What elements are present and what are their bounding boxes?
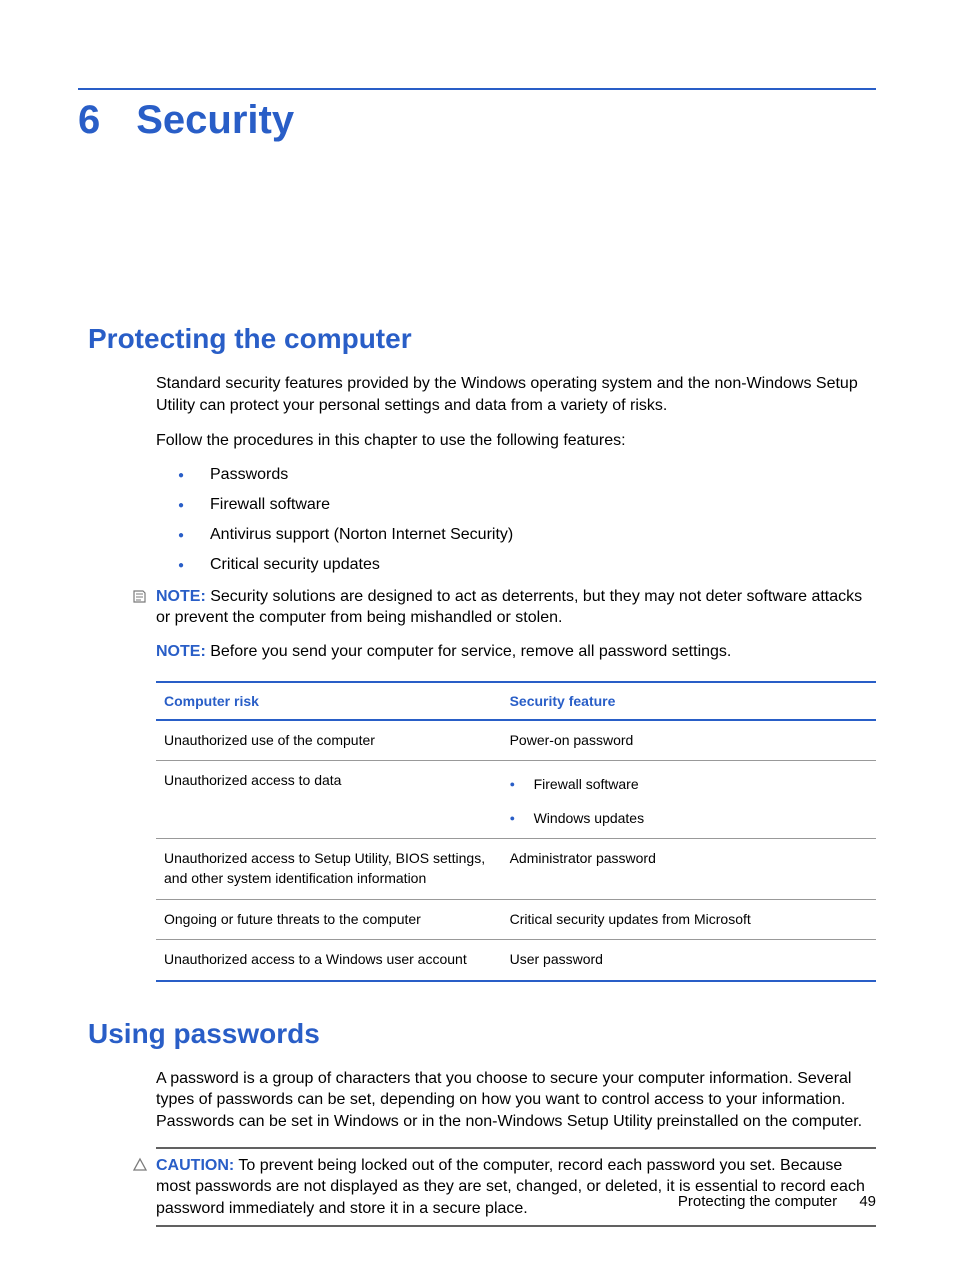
cell-risk: Unauthorized access to a Windows user ac…: [156, 940, 502, 981]
list-item: Windows updates: [510, 809, 868, 829]
list-item: Passwords: [178, 466, 876, 484]
footer-section-title: Protecting the computer: [678, 1193, 837, 1210]
cell-risk: Unauthorized access to data: [156, 761, 502, 839]
list-item: Firewall software: [510, 775, 868, 795]
paragraph: Standard security features provided by t…: [156, 373, 876, 416]
cell-feature: User password: [502, 940, 876, 981]
note-icon: [132, 588, 148, 609]
table-header-risk: Computer risk: [156, 682, 502, 720]
risk-feature-table: Computer risk Security feature Unauthori…: [156, 681, 876, 982]
cell-risk: Ongoing or future threats to the compute…: [156, 899, 502, 940]
table-row: Unauthorized access to a Windows user ac…: [156, 940, 876, 981]
cell-risk: Unauthorized use of the computer: [156, 720, 502, 761]
table-row: Unauthorized access to Setup Utility, BI…: [156, 839, 876, 899]
section-heading-passwords: Using passwords: [88, 1018, 876, 1050]
page-footer: Protecting the computer 49: [678, 1193, 876, 1210]
list-item: Firewall software: [178, 496, 876, 514]
caution-label: CAUTION:: [156, 1157, 234, 1174]
chapter-number: 6: [78, 98, 100, 143]
list-item: Antivirus support (Norton Internet Secur…: [178, 526, 876, 544]
note-label: NOTE:: [156, 588, 206, 605]
note-text: Security solutions are designed to act a…: [156, 588, 862, 627]
list-item: Critical security updates: [178, 556, 876, 574]
cell-risk: Unauthorized access to Setup Utility, BI…: [156, 839, 502, 899]
paragraph: Follow the procedures in this chapter to…: [156, 430, 876, 452]
cell-feature: Firewall software Windows updates: [502, 761, 876, 839]
note-label: NOTE:: [156, 643, 206, 660]
table-header-feature: Security feature: [502, 682, 876, 720]
table-row: Unauthorized use of the computer Power-o…: [156, 720, 876, 761]
table-row: Ongoing or future threats to the compute…: [156, 899, 876, 940]
note-text: Before you send your computer for servic…: [210, 643, 731, 660]
caution-block: CAUTION: To prevent being locked out of …: [156, 1147, 876, 1228]
page-number: 49: [859, 1193, 876, 1210]
cell-feature: Administrator password: [502, 839, 876, 899]
paragraph: A password is a group of characters that…: [156, 1068, 876, 1133]
cell-feature: Power-on password: [502, 720, 876, 761]
note-block: NOTE: Security solutions are designed to…: [156, 586, 876, 629]
chapter-header: 6 Security: [78, 98, 876, 143]
table-row: Unauthorized access to data Firewall sof…: [156, 761, 876, 839]
chapter-title: Security: [136, 98, 294, 143]
caution-icon: [132, 1157, 148, 1178]
cell-feature: Critical security updates from Microsoft: [502, 899, 876, 940]
feature-bullet-list: Passwords Firewall software Antivirus su…: [178, 466, 876, 574]
note-block-2: NOTE: Before you send your computer for …: [156, 641, 876, 663]
section-heading-protecting: Protecting the computer: [88, 323, 876, 355]
